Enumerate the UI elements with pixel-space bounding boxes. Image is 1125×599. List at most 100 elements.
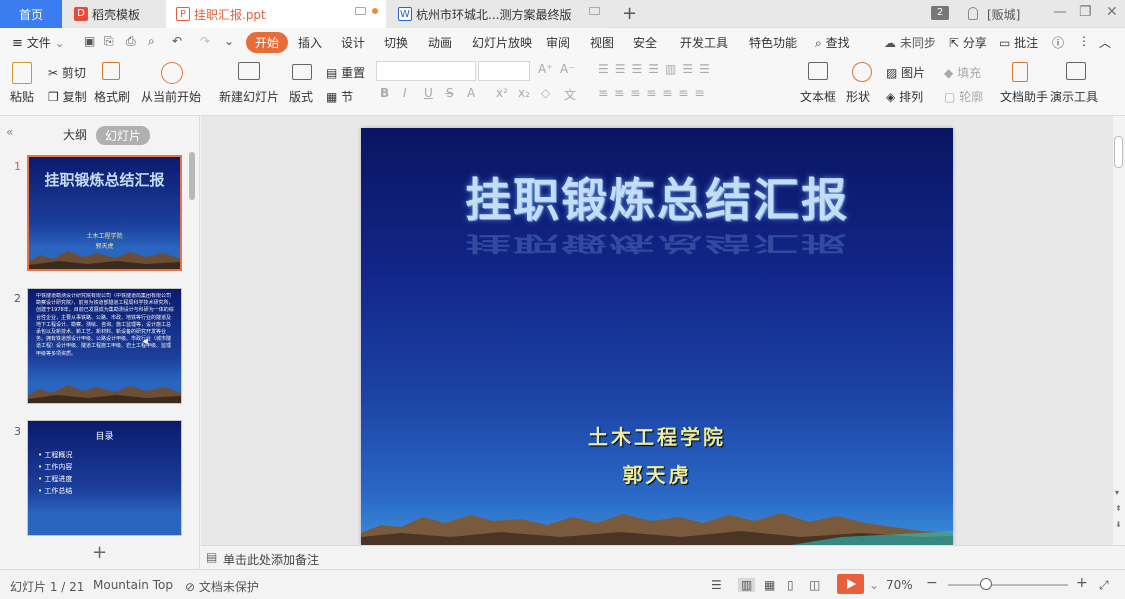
play-slideshow-button[interactable] <box>837 574 864 594</box>
shape-icon[interactable] <box>852 62 872 82</box>
slide-school[interactable]: 土木工程学院 <box>361 421 953 450</box>
cut-button[interactable]: ✂ 剪切 <box>48 64 86 81</box>
tab-start[interactable]: 开始 <box>246 32 289 53</box>
tab-transition[interactable]: 切换 <box>384 34 408 51</box>
notes-toggle-icon[interactable]: ☰ <box>711 578 722 592</box>
search-button[interactable]: ⌕ 查找 <box>815 34 850 51</box>
tab-security[interactable]: 安全 <box>633 34 657 51</box>
user-avatar-icon[interactable] <box>968 7 978 20</box>
picture-button[interactable]: ▨ 图片 <box>886 64 925 81</box>
zoom-level[interactable]: 70% <box>886 578 913 592</box>
tab-word-document[interactable]: W 杭州市环城北...测方案最终版 <box>388 0 608 28</box>
customize-chevron-icon[interactable]: ⌄ <box>224 34 234 48</box>
slide-author[interactable]: 郭天虎 <box>361 459 953 488</box>
doc-assistant-icon[interactable] <box>1012 62 1028 82</box>
theme-name[interactable]: Mountain Top <box>93 578 173 592</box>
collapse-ribbon-icon[interactable]: ︿ <box>1099 34 1111 51</box>
more-icon[interactable]: ⋮ <box>1078 34 1090 48</box>
new-tab-button[interactable]: + <box>622 3 637 24</box>
save-icon[interactable]: ▣ <box>84 34 95 48</box>
user-name[interactable]: [贩城] <box>987 6 1020 23</box>
play-dropdown-icon[interactable]: ⌄ <box>869 578 879 592</box>
tab-ppt-document[interactable]: P 挂职汇报.ppt <box>166 0 386 28</box>
new-slide-button[interactable]: 新建幻灯片 <box>219 88 279 105</box>
scroll-down-icon[interactable]: ▾ <box>1115 488 1119 497</box>
doc-assistant-button[interactable]: 文档助手 <box>1000 88 1048 105</box>
clear-format-icon[interactable]: ◇ <box>541 86 550 100</box>
redo-icon[interactable]: ↷ <box>200 34 210 48</box>
paste-button[interactable]: 粘贴 <box>10 88 34 105</box>
reading-view-icon[interactable]: ▯ <box>787 578 794 592</box>
window-count-badge[interactable]: 2 <box>931 6 949 20</box>
close-icon[interactable]: ✕ <box>1106 4 1118 20</box>
scroll-thumb[interactable] <box>1114 136 1123 168</box>
collapse-panel-icon[interactable]: « <box>6 125 13 139</box>
sync-button[interactable]: ☁ 未同步 <box>884 34 936 51</box>
minimize-icon[interactable]: — <box>1053 4 1067 20</box>
add-slide-button[interactable]: + <box>92 542 107 563</box>
phonetic-icon[interactable]: 文 <box>564 86 576 103</box>
export-icon[interactable]: ⎘ <box>104 34 114 49</box>
next-slide-icon[interactable]: ⇟ <box>1115 520 1122 529</box>
fit-window-icon[interactable]: ⤢ <box>1099 578 1109 593</box>
font-size-select[interactable] <box>478 61 530 81</box>
canvas-scrollbar[interactable]: ▾ ⇞ ⇟ <box>1113 116 1125 545</box>
tab-outline[interactable]: 大纲 <box>63 126 87 143</box>
align-icons[interactable]: ≡≡≡≡≡≡≡ <box>598 86 710 100</box>
reset-button[interactable]: ▤ 重置 <box>326 64 365 81</box>
bold-icon[interactable]: B <box>380 86 389 100</box>
subscript-icon[interactable]: x₂ <box>518 86 530 100</box>
normal-view-icon[interactable]: ▥ <box>738 578 756 592</box>
present-tools-button[interactable]: 演示工具 <box>1050 88 1098 105</box>
zoom-out-icon[interactable]: − <box>926 575 938 591</box>
share-button[interactable]: ⇱ 分享 <box>949 34 987 51</box>
tab-home[interactable]: 首页 <box>0 0 62 28</box>
font-grow-icon[interactable]: A⁺ <box>538 62 553 76</box>
tab-slideshow[interactable]: 幻灯片放映 <box>472 34 532 51</box>
new-slide-icon[interactable] <box>238 62 260 80</box>
italic-icon[interactable]: I <box>403 86 407 100</box>
zoom-slider-knob[interactable] <box>980 578 992 590</box>
format-painter-icon[interactable] <box>102 62 120 80</box>
screen-icon[interactable] <box>355 7 366 15</box>
tab-view[interactable]: 视图 <box>590 34 614 51</box>
slide-thumbnail-2[interactable]: 中铁隧道勘测设计研究院有限公司（中铁隧道局集团有限公司勘察设计研究院），前身为铁… <box>27 288 182 404</box>
section-button[interactable]: ▦ 节 <box>326 88 353 105</box>
font-shrink-icon[interactable]: A⁻ <box>560 62 575 76</box>
tab-design[interactable]: 设计 <box>341 34 365 51</box>
tab-slides[interactable]: 幻灯片 <box>96 126 151 145</box>
paste-icon[interactable] <box>12 62 32 84</box>
protection-status[interactable]: ⊘ 文档未保护 <box>185 578 259 595</box>
panel-scrollbar[interactable] <box>189 152 195 200</box>
present-tools-icon[interactable] <box>1066 62 1086 80</box>
arrange-button[interactable]: ◈ 排列 <box>886 88 923 105</box>
notes-bar[interactable]: ▤ 单击此处添加备注 <box>201 545 1125 569</box>
slide-thumbnail-1[interactable]: 挂职锻炼总结汇报 土木工程学院 郭天虎 <box>27 155 182 271</box>
play-from-current-icon[interactable] <box>161 62 183 84</box>
layout-button[interactable]: 版式 <box>289 88 313 105</box>
tab-insert[interactable]: 插入 <box>298 34 322 51</box>
tab-devtools[interactable]: 开发工具 <box>680 34 728 51</box>
screen-icon[interactable] <box>589 7 600 15</box>
fill-button[interactable]: ◆ 填充 <box>944 64 981 81</box>
layout-icon[interactable] <box>292 64 312 80</box>
tab-animation[interactable]: 动画 <box>428 34 452 51</box>
superscript-icon[interactable]: x² <box>496 86 508 100</box>
tab-review[interactable]: 审阅 <box>546 34 570 51</box>
presenter-view-icon[interactable]: ◫ <box>809 578 820 592</box>
font-family-select[interactable] <box>376 61 476 81</box>
strikethrough-icon[interactable]: S <box>446 86 454 100</box>
current-slide[interactable]: 挂职锻炼总结汇报 挂职锻炼总结汇报 土木工程学院 郭天虎 <box>361 128 953 545</box>
comment-button[interactable]: ▭ 批注 <box>999 34 1038 51</box>
slide-sorter-icon[interactable]: ▦ <box>764 578 775 592</box>
font-color-icon[interactable]: A <box>467 86 475 100</box>
list-icons[interactable]: ☰☰☰☰▥☰☰ <box>598 62 716 76</box>
format-painter-button[interactable]: 格式刷 <box>94 88 130 105</box>
undo-icon[interactable]: ↶ <box>172 34 182 48</box>
print-icon[interactable]: ⎙ <box>126 34 136 49</box>
zoom-slider[interactable] <box>948 584 1068 586</box>
textbox-icon[interactable] <box>808 62 828 80</box>
slide-thumbnail-3[interactable]: 目录 • 工程概况 • 工作内容 • 工程进度 • 工作总结 <box>27 420 182 536</box>
slide-title[interactable]: 挂职锻炼总结汇报 <box>361 164 953 230</box>
preview-icon[interactable]: ⌕ <box>148 34 155 49</box>
